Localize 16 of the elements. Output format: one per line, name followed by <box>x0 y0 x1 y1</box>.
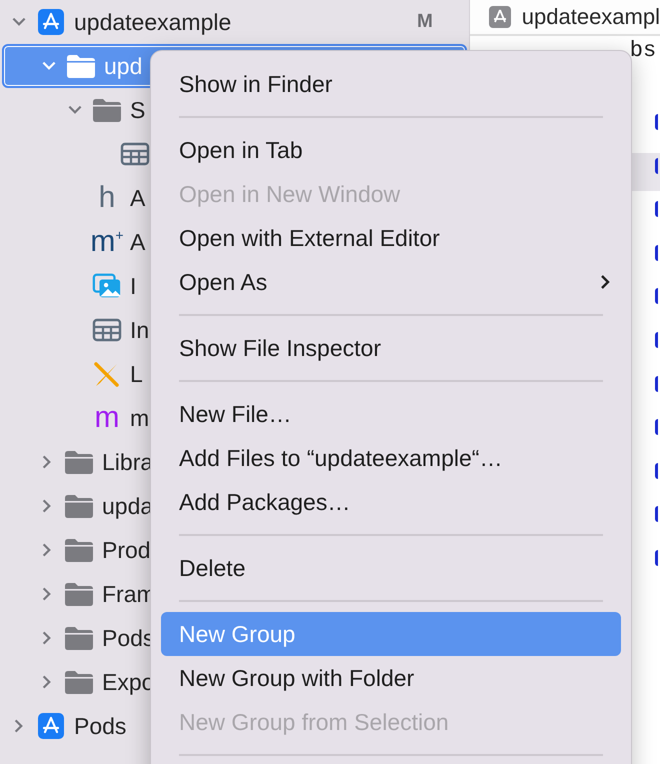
header-file-icon: h <box>98 184 116 212</box>
tree-item-label: In <box>130 316 150 344</box>
tree-item-label: upd <box>104 52 142 80</box>
source-file-icon: m$^{+}$ <box>90 228 124 256</box>
tree-item-label: L <box>130 360 143 388</box>
tree-item-label: A <box>130 228 146 256</box>
tree-item-label: Prod <box>102 536 151 564</box>
tree-item-label: Pods <box>74 712 126 740</box>
code-text: bs <box>630 38 656 63</box>
tree-item-label: m <box>130 404 150 432</box>
tree-item-label: A <box>130 184 146 212</box>
source-file-icon: m <box>94 404 120 432</box>
status-letter: M <box>416 11 433 33</box>
tree-item-label: S <box>130 96 146 124</box>
tree-item-label: I <box>130 272 136 300</box>
tree-item-label: updateexample <box>74 8 232 36</box>
